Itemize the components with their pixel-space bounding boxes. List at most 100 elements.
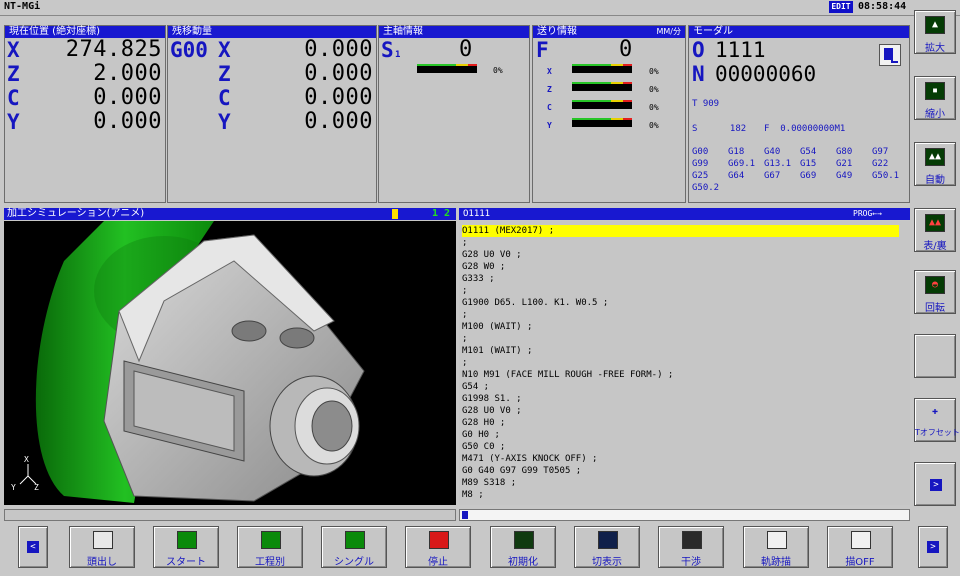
- axis-y-label: Y: [11, 483, 16, 492]
- zoom-out-icon: ▪: [925, 82, 945, 100]
- program-line[interactable]: M471 (Y-AXIS KNOCK OFF) ;: [462, 453, 597, 465]
- spindle-number: 1: [395, 50, 401, 60]
- softkey-path-draw[interactable]: 軌跡描: [743, 526, 809, 568]
- program-line[interactable]: M8 ;: [462, 489, 484, 501]
- spindle-title: 主軸情報: [379, 26, 529, 38]
- tool-offset-icon: ✚: [925, 404, 945, 422]
- next-softkey-button[interactable]: >: [918, 526, 948, 568]
- softkey-label: スタート: [166, 557, 206, 568]
- boss-bore: [311, 400, 353, 452]
- tool-offset-button[interactable]: ✚ Tオフセット: [914, 398, 960, 442]
- program-line[interactable]: G28 H0 ;: [462, 417, 505, 429]
- spindle-panel: 主軸情報 S 1 0 0%: [378, 25, 530, 203]
- axis-value: 0.000: [93, 85, 162, 110]
- app-name: NT-MGi: [4, 1, 41, 12]
- program-line[interactable]: G28 U0 V0 ;: [462, 249, 522, 261]
- single-block-icon: [345, 531, 365, 549]
- simulation-scrollbar[interactable]: [4, 509, 456, 521]
- blank-button[interactable]: [914, 334, 956, 378]
- softkey-search-head[interactable]: 頭出し: [69, 526, 135, 568]
- program-line-current[interactable]: O1111 (MEX2017) ;: [462, 225, 899, 237]
- feed-title-text: 送り情報: [537, 26, 577, 37]
- feed-percent: 0%: [649, 85, 659, 94]
- feed-percent: 0%: [649, 103, 659, 112]
- g-code: G00: [692, 147, 709, 157]
- zoom-out-button[interactable]: ▪ 縮小: [914, 76, 956, 120]
- drill-hole-1: [231, 320, 267, 342]
- o-label: O: [692, 38, 705, 62]
- tool-line: T 909: [692, 99, 720, 109]
- axis-z-label: Z: [34, 483, 39, 492]
- auto-button[interactable]: ▲▲ 自動: [914, 142, 956, 186]
- feed-unit: MM/分: [656, 27, 682, 36]
- program-line[interactable]: ;: [462, 237, 467, 249]
- input-line[interactable]: [459, 509, 910, 521]
- sim-indicator: 1 2: [432, 208, 451, 219]
- feed-bar: [572, 82, 632, 91]
- g-code: G69: [800, 171, 817, 181]
- program-number: 1111: [715, 38, 766, 62]
- rotate-button[interactable]: ◓ 回転: [914, 270, 956, 314]
- axis-label: C: [7, 86, 20, 110]
- g-code: G21: [836, 159, 853, 169]
- feed-percent: 0%: [649, 121, 659, 130]
- n-label: N: [692, 62, 705, 86]
- feed-bar: [572, 100, 632, 109]
- program-line[interactable]: M89 S318 ;: [462, 477, 516, 489]
- program-line[interactable]: G0 G40 G97 G99 T0505 ;: [462, 465, 581, 477]
- program-line[interactable]: G333 ;: [462, 273, 495, 285]
- softkey-label: 軌跡描: [761, 557, 791, 568]
- simulation-viewport[interactable]: X Y Z: [4, 221, 456, 505]
- softkey-step[interactable]: 工程別: [237, 526, 303, 568]
- path-draw-icon: [767, 531, 787, 549]
- softkey-label: 工程別: [255, 557, 285, 568]
- program-line[interactable]: G28 U0 V0 ;: [462, 405, 522, 417]
- program-line[interactable]: ;: [462, 285, 467, 297]
- program-line[interactable]: M101 (WAIT) ;: [462, 345, 532, 357]
- draw-off-icon: [851, 531, 871, 549]
- softkey-label: 頭出し: [87, 557, 117, 568]
- softkey-start[interactable]: スタート: [153, 526, 219, 568]
- program-line[interactable]: M100 (WAIT) ;: [462, 321, 532, 333]
- softkey-label: 停止: [428, 557, 448, 568]
- position-panel: 現在位置 (絶対座標) X 274.825 Z 2.000 C 0.000 Y …: [4, 25, 166, 203]
- axis-label: C: [218, 86, 231, 110]
- front-back-icon: ▲▲: [925, 214, 945, 232]
- softkey-single[interactable]: シングル: [321, 526, 387, 568]
- g-code: G67: [764, 171, 781, 181]
- program-line[interactable]: G28 W0 ;: [462, 261, 505, 273]
- g-code: G15: [800, 159, 817, 169]
- program-line[interactable]: ;: [462, 333, 467, 345]
- program-line[interactable]: ;: [462, 309, 467, 321]
- axis-value: 0.000: [93, 109, 162, 134]
- softkey-stop[interactable]: 停止: [405, 526, 471, 568]
- program-line[interactable]: G50 C0 ;: [462, 441, 505, 453]
- softkey-label: 描OFF: [845, 557, 875, 568]
- zoom-in-button[interactable]: ▲ 拡大: [914, 10, 956, 54]
- program-line[interactable]: ;: [462, 357, 467, 369]
- stop-icon: [429, 531, 449, 549]
- axis-label: X: [7, 38, 20, 62]
- program-line[interactable]: N10 M91 (FACE MILL ROUGH -FREE FORM-) ;: [462, 369, 673, 381]
- distance-row-c: C 0.000: [216, 86, 376, 111]
- prev-softkey-button[interactable]: <: [18, 526, 48, 568]
- front-back-button[interactable]: ▲▲ 表/裏: [914, 208, 956, 252]
- next-page-button[interactable]: >: [914, 462, 956, 506]
- softkey-cut-display[interactable]: 切表示: [574, 526, 640, 568]
- program-line[interactable]: G1998 S1. ;: [462, 393, 522, 405]
- button-label: 拡大: [925, 43, 945, 54]
- softkey-interference[interactable]: 干渉: [658, 526, 724, 568]
- speed-line: S 182: [692, 124, 747, 134]
- button-label: 自動: [925, 175, 945, 186]
- program-line[interactable]: G54 ;: [462, 381, 489, 393]
- program-line[interactable]: G1900 D65. L100. K1. W0.5 ;: [462, 297, 608, 309]
- softkey-reset[interactable]: 初期化: [490, 526, 556, 568]
- feed-percent: 0%: [649, 67, 659, 76]
- program-line[interactable]: G0 H0 ;: [462, 429, 500, 441]
- axis-x-label: X: [24, 455, 29, 464]
- program-editor[interactable]: O1111 (MEX2017) ; ; G28 U0 V0 ; G28 W0 ;…: [459, 221, 910, 505]
- feed-label: F: [536, 38, 549, 62]
- distance-panel: 残移動量 G00 X 0.000 Z 0.000 C 0.000 Y 0.000: [167, 25, 377, 203]
- doc-icon[interactable]: [879, 44, 901, 66]
- softkey-draw-off[interactable]: 描OFF: [827, 526, 893, 568]
